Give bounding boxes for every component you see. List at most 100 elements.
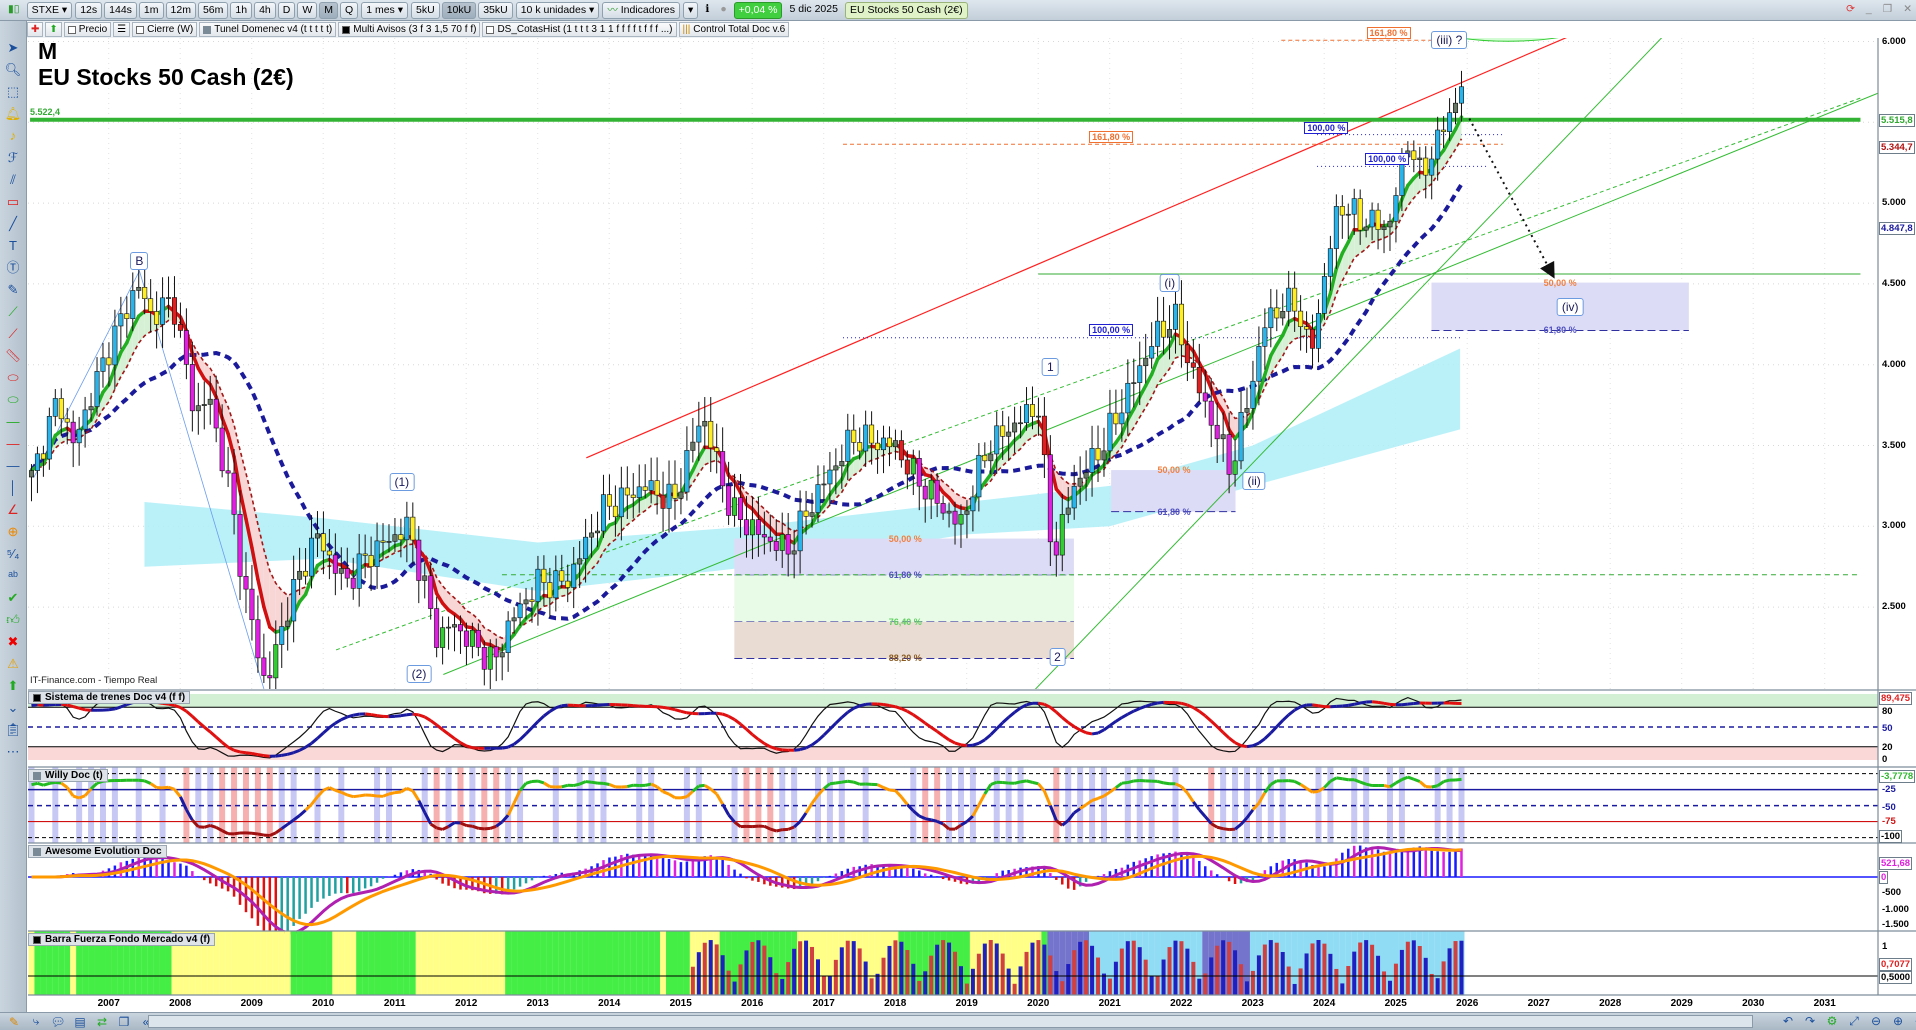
barra-bar bbox=[1304, 953, 1309, 995]
candle bbox=[809, 512, 815, 517]
willy-line-segment bbox=[1032, 780, 1039, 786]
signal-line-segment bbox=[185, 710, 194, 718]
zoom-in-icon[interactable]: ⊕ bbox=[1890, 1014, 1906, 1029]
settings-icon[interactable]: ⚙ bbox=[1824, 1014, 1840, 1029]
barra-bar bbox=[941, 940, 946, 995]
signal-line-segment bbox=[376, 714, 384, 718]
signal-line-segment bbox=[1038, 701, 1045, 706]
willy-line-segment bbox=[1002, 780, 1009, 785]
barra-bar bbox=[935, 944, 940, 995]
candle bbox=[1429, 158, 1435, 176]
pane-title-sistema[interactable]: Sistema de trenes Doc v4 (f f) bbox=[28, 691, 191, 704]
candle bbox=[171, 297, 177, 325]
willy-line-segment bbox=[1216, 825, 1224, 831]
draw-icon[interactable]: ✎ bbox=[6, 1015, 22, 1029]
report-icon[interactable]: ▤ bbox=[72, 1015, 88, 1029]
signal-line-segment bbox=[757, 738, 766, 745]
zoom-out-icon[interactable]: ⊖ bbox=[1868, 1014, 1884, 1029]
scroll-end-icon[interactable]: ⇥ bbox=[1912, 1014, 1916, 1029]
willy-line-segment bbox=[752, 824, 759, 829]
pane-title-awesome[interactable]: Awesome Evolution Doc bbox=[28, 845, 167, 858]
year-label: 2020 bbox=[1027, 998, 1050, 1009]
barra-axis-label: 1 bbox=[1882, 941, 1888, 952]
barra-bar bbox=[219, 931, 226, 995]
willy-line-segment bbox=[715, 793, 724, 805]
candle bbox=[1315, 313, 1321, 349]
undo-icon[interactable]: ↶ bbox=[1780, 1014, 1796, 1029]
signal-line-segment bbox=[310, 737, 319, 745]
sistema-axis-label: 20 bbox=[1882, 742, 1893, 753]
candle bbox=[1220, 434, 1226, 440]
barra-bar bbox=[1274, 942, 1279, 995]
candle bbox=[237, 514, 243, 577]
barra-bar bbox=[344, 931, 351, 995]
candle bbox=[1035, 415, 1041, 418]
willy-line-segment bbox=[543, 781, 551, 788]
willy-line-segment bbox=[603, 781, 610, 786]
barra-bar bbox=[1405, 941, 1410, 995]
redo-icon[interactable]: ↷ bbox=[1802, 1014, 1818, 1029]
signal-line-segment bbox=[542, 710, 551, 718]
candle bbox=[1280, 310, 1286, 319]
candle bbox=[827, 469, 833, 485]
candle bbox=[511, 617, 517, 622]
candle bbox=[487, 646, 493, 670]
share-icon[interactable]: ⤷ bbox=[28, 1014, 44, 1029]
barra-bar bbox=[409, 931, 416, 995]
willy-line-segment bbox=[1359, 780, 1367, 786]
barra-bar bbox=[1250, 970, 1255, 995]
pane-color-icon bbox=[33, 771, 41, 780]
candle bbox=[994, 425, 1000, 455]
barra-bar bbox=[302, 931, 309, 995]
willy-line-segment bbox=[1443, 778, 1450, 784]
candle bbox=[839, 461, 845, 467]
willy-line-segment bbox=[1383, 784, 1391, 789]
barra-bar bbox=[863, 961, 868, 995]
barra-bar bbox=[1107, 978, 1112, 995]
compare-icon[interactable]: ⇄ bbox=[94, 1015, 110, 1029]
price-tick-label: 3.500 bbox=[1882, 439, 1906, 451]
candle bbox=[58, 398, 64, 420]
window-icon[interactable]: ❐ bbox=[116, 1015, 132, 1029]
candle bbox=[1417, 157, 1423, 160]
barra-bar bbox=[1346, 966, 1351, 995]
barra-bar bbox=[827, 976, 832, 995]
signal-line-segment bbox=[1061, 716, 1070, 724]
horizontal-scrollbar[interactable] bbox=[148, 1015, 1753, 1028]
candle bbox=[630, 494, 636, 498]
pane-title-barra[interactable]: Barra Fuerza Fondo Mercado v4 (f) bbox=[28, 933, 216, 946]
candle bbox=[1095, 448, 1101, 461]
candle bbox=[1393, 195, 1399, 222]
chart-canvas[interactable] bbox=[0, 0, 1916, 1030]
fib-label: 100,00 % bbox=[1089, 324, 1134, 337]
candle bbox=[642, 486, 648, 491]
barra-bar bbox=[677, 931, 684, 995]
candle bbox=[523, 599, 529, 605]
barra-bar bbox=[356, 931, 363, 995]
signal-line-segment bbox=[1300, 703, 1308, 709]
wave-label: (iii) ? bbox=[1431, 31, 1468, 50]
willy-axis-label: -100 bbox=[1879, 830, 1903, 843]
candle bbox=[130, 290, 136, 319]
candle bbox=[1458, 86, 1464, 104]
year-label: 2016 bbox=[741, 998, 764, 1009]
candle bbox=[1321, 276, 1327, 314]
candle bbox=[618, 487, 624, 518]
barra-bar bbox=[1227, 941, 1232, 995]
candle bbox=[225, 470, 231, 474]
willy-line-segment bbox=[1431, 784, 1438, 789]
candle bbox=[583, 536, 589, 560]
barra-bar bbox=[433, 931, 440, 995]
candle bbox=[392, 534, 398, 542]
candle bbox=[1447, 112, 1453, 132]
zoom-fit-icon[interactable]: ⤢ bbox=[1846, 1014, 1862, 1029]
barra-bar bbox=[380, 931, 387, 995]
pane-title-willy[interactable]: Willy Doc (t) bbox=[28, 769, 108, 782]
barra-bar bbox=[505, 931, 512, 995]
chat-icon[interactable]: 💬︎ bbox=[50, 1015, 66, 1029]
barra-bar bbox=[350, 931, 357, 995]
candle bbox=[672, 483, 678, 499]
instrument-title: EU Stocks 50 Cash (2€) bbox=[38, 64, 294, 90]
barra-bar bbox=[487, 931, 494, 995]
candle bbox=[404, 516, 410, 541]
